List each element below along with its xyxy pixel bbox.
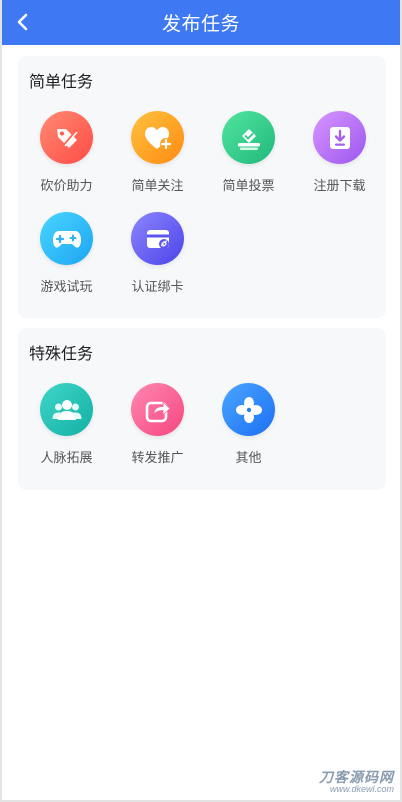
special-tasks-card: 特殊任务 人脉拓展 转发推广 其他 <box>18 328 386 490</box>
header-bar: 发布任务 <box>2 0 400 45</box>
page-title: 发布任务 <box>161 14 240 35</box>
section-title: 简单任务 <box>29 74 94 91</box>
share-icon <box>131 383 184 436</box>
page: 发布任务 简单任务 砍价助力 简单关注 简单投票 注册下载 游戏试玩 认证绑卡 … <box>0 0 402 802</box>
price-tag-icon <box>40 111 93 164</box>
chevron-left-icon <box>17 13 28 31</box>
item-label: 其他 <box>235 450 262 465</box>
task-network-expand[interactable]: 人脉拓展 <box>21 383 112 466</box>
item-label: 人脉拓展 <box>40 450 93 465</box>
special-tasks-grid: 人脉拓展 转发推广 其他 <box>21 383 385 466</box>
people-icon <box>40 383 93 436</box>
clover-icon <box>222 383 275 436</box>
task-simple-follow[interactable]: 简单关注 <box>112 111 203 194</box>
task-simple-vote[interactable]: 简单投票 <box>203 111 294 194</box>
item-label: 简单投票 <box>222 178 275 193</box>
heart-plus-icon <box>131 111 184 164</box>
gamepad-icon <box>40 212 93 265</box>
item-label: 游戏试玩 <box>40 279 93 294</box>
task-verify-bind-card[interactable]: 认证绑卡 <box>112 212 203 295</box>
section-title: 特殊任务 <box>29 346 94 363</box>
download-icon <box>313 111 366 164</box>
task-register-download[interactable]: 注册下载 <box>294 111 385 194</box>
item-label: 注册下载 <box>313 178 366 193</box>
watermark-main: 刀客源码网 <box>319 769 394 785</box>
card-link-icon <box>131 212 184 265</box>
item-label: 转发推广 <box>131 450 184 465</box>
task-forward-promote[interactable]: 转发推广 <box>112 383 203 466</box>
item-label: 简单关注 <box>131 178 184 193</box>
watermark: 刀客源码网 www.dkewl.com <box>319 770 394 794</box>
task-other[interactable]: 其他 <box>203 383 294 466</box>
vote-box-icon <box>222 111 275 164</box>
simple-tasks-grid: 砍价助力 简单关注 简单投票 注册下载 游戏试玩 认证绑卡 <box>21 111 385 295</box>
task-bargain-assist[interactable]: 砍价助力 <box>21 111 112 194</box>
task-game-trial[interactable]: 游戏试玩 <box>21 212 112 295</box>
item-label: 认证绑卡 <box>131 279 184 294</box>
back-button[interactable] <box>8 6 38 38</box>
item-label: 砍价助力 <box>40 178 93 193</box>
simple-tasks-card: 简单任务 砍价助力 简单关注 简单投票 注册下载 游戏试玩 认证绑卡 <box>18 56 386 318</box>
watermark-url: www.dkewl.com <box>329 784 394 794</box>
